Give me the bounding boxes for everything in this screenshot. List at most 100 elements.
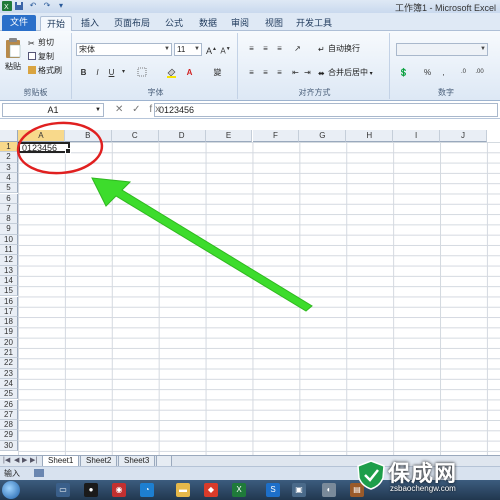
row-header-27[interactable]: 27 — [0, 409, 18, 421]
row-header-16[interactable]: 16 — [0, 296, 18, 307]
row-header-11[interactable]: 11 — [0, 245, 18, 256]
increase-indent-icon[interactable]: ⇥ — [302, 67, 313, 78]
cell-a1[interactable]: 0123456 — [18, 142, 71, 154]
row-header-20[interactable]: 20 — [0, 337, 18, 348]
taskbar-app-6-icon[interactable]: ◆ — [204, 483, 218, 497]
align-center-icon[interactable]: ≡ — [260, 67, 271, 78]
tab-insert[interactable]: 插入 — [78, 16, 102, 31]
row-header-6[interactable]: 6 — [0, 193, 18, 204]
row-header-17[interactable]: 17 — [0, 306, 18, 318]
tab-home[interactable]: 开始 — [40, 16, 72, 31]
first-sheet-icon[interactable]: |◀ — [3, 456, 10, 464]
redo-icon[interactable]: ↷ — [42, 1, 52, 11]
paste-button[interactable]: 粘贴 — [4, 37, 22, 77]
font-name-select[interactable]: 宋体 ▼ — [76, 43, 172, 56]
save-icon[interactable] — [14, 1, 24, 11]
tab-data[interactable]: 数据 — [196, 16, 220, 31]
column-header-j[interactable]: J — [440, 130, 487, 142]
cut-button[interactable]: ✂ 剪切 — [28, 37, 54, 49]
undo-icon[interactable]: ↶ — [28, 1, 38, 11]
decrease-decimal-icon[interactable]: .00 — [474, 67, 485, 78]
align-middle-icon[interactable]: ≡ — [260, 43, 271, 54]
comma-style-icon[interactable]: , — [438, 67, 449, 78]
taskbar-app-10-icon[interactable]: ◐ — [322, 483, 336, 497]
cell-grid[interactable] — [18, 142, 500, 455]
tab-review[interactable]: 审阅 — [228, 16, 252, 31]
currency-icon[interactable]: 💲 — [398, 67, 409, 78]
taskbar-app-1-icon[interactable]: ▭ — [56, 483, 70, 497]
row-header-19[interactable]: 19 — [0, 327, 18, 338]
copy-button[interactable]: 复制 — [28, 51, 54, 63]
next-sheet-icon[interactable]: ▶ — [22, 456, 27, 464]
tab-developer[interactable]: 开发工具 — [296, 16, 332, 31]
column-header-h[interactable]: H — [346, 130, 394, 142]
row-header-26[interactable]: 26 — [0, 399, 18, 410]
borders-icon[interactable] — [136, 67, 147, 78]
row-header-28[interactable]: 28 — [0, 420, 18, 431]
customize-toolbar-icon[interactable]: ▾ — [56, 1, 66, 11]
phonetic-icon[interactable]: 變 — [212, 67, 223, 78]
taskbar-app-8-icon[interactable]: S — [266, 483, 280, 497]
row-header-3[interactable]: 3 — [0, 162, 18, 173]
row-header-12[interactable]: 12 — [0, 255, 18, 266]
prev-sheet-icon[interactable]: ◀ — [14, 456, 19, 464]
grow-font-icon[interactable]: A▲ — [206, 44, 217, 56]
start-button-icon[interactable] — [2, 481, 20, 499]
fill-color-icon[interactable] — [166, 67, 177, 78]
percent-icon[interactable]: % — [422, 67, 433, 78]
tab-formulas[interactable]: 公式 — [162, 16, 186, 31]
last-sheet-icon[interactable]: ▶| — [30, 456, 37, 464]
name-box[interactable]: A1 ▼ — [2, 103, 104, 117]
column-header-d[interactable]: D — [158, 130, 206, 142]
row-header-14[interactable]: 14 — [0, 275, 18, 287]
row-header-2[interactable]: 2 — [0, 152, 18, 163]
row-header-22[interactable]: 22 — [0, 358, 18, 369]
select-all-corner[interactable] — [0, 130, 18, 142]
column-header-a[interactable]: A — [18, 130, 65, 142]
merge-center-button[interactable]: ⬌ 合并后居中 ▾ — [318, 67, 373, 79]
row-header-13[interactable]: 13 — [0, 265, 18, 276]
tab-page-layout[interactable]: 页面布局 — [112, 16, 152, 31]
underline-icon[interactable]: U — [106, 67, 117, 78]
row-header-23[interactable]: 23 — [0, 368, 18, 379]
row-header-29[interactable]: 29 — [0, 430, 18, 441]
column-header-b[interactable]: B — [64, 130, 112, 142]
row-header-8[interactable]: 8 — [0, 214, 18, 225]
taskbar-folder-icon[interactable]: ▬ — [176, 483, 190, 497]
row-header-4[interactable]: 4 — [0, 172, 18, 184]
bold-icon[interactable]: B — [78, 67, 89, 78]
taskbar-excel-icon[interactable]: X — [232, 483, 246, 497]
number-format-select[interactable]: ▼ — [396, 43, 488, 56]
align-right-icon[interactable]: ≡ — [274, 67, 285, 78]
taskbar-chat-icon[interactable]: ◔ — [140, 483, 154, 497]
row-header-1[interactable]: 1 — [0, 142, 18, 153]
font-size-select[interactable]: 11 ▼ — [174, 43, 202, 56]
column-header-i[interactable]: I — [393, 130, 441, 142]
row-header-24[interactable]: 24 — [0, 378, 18, 390]
shrink-font-icon[interactable]: A▼ — [220, 44, 231, 56]
row-header-30[interactable]: 30 — [0, 440, 18, 451]
column-header-g[interactable]: G — [299, 130, 347, 142]
taskbar-app-9-icon[interactable]: ▣ — [292, 483, 306, 497]
macro-record-icon[interactable] — [34, 469, 45, 477]
row-header-10[interactable]: 10 — [0, 234, 18, 245]
row-header-5[interactable]: 5 — [0, 183, 18, 194]
column-header-c[interactable]: C — [111, 130, 159, 142]
wrap-text-button[interactable]: ↵ 自动换行 — [318, 43, 360, 55]
row-header-15[interactable]: 15 — [0, 286, 18, 297]
formula-input[interactable]: 0123456 — [154, 103, 498, 117]
row-header-9[interactable]: 9 — [0, 224, 18, 235]
decrease-indent-icon[interactable]: ⇤ — [290, 67, 301, 78]
row-header-7[interactable]: 7 — [0, 203, 18, 215]
font-color-icon[interactable]: A — [184, 67, 195, 78]
column-header-e[interactable]: E — [205, 130, 253, 142]
increase-decimal-icon[interactable]: .0 — [458, 67, 469, 78]
align-bottom-icon[interactable]: ≡ — [274, 43, 285, 54]
column-header-f[interactable]: F — [252, 130, 300, 142]
orientation-icon[interactable]: ↗ — [292, 43, 303, 54]
row-header-21[interactable]: 21 — [0, 348, 18, 359]
chevron-down-icon[interactable]: ▾ — [118, 67, 129, 78]
italic-icon[interactable]: I — [92, 67, 103, 78]
align-top-icon[interactable]: ≡ — [246, 43, 257, 54]
format-painter-button[interactable]: 格式刷 — [28, 65, 62, 77]
